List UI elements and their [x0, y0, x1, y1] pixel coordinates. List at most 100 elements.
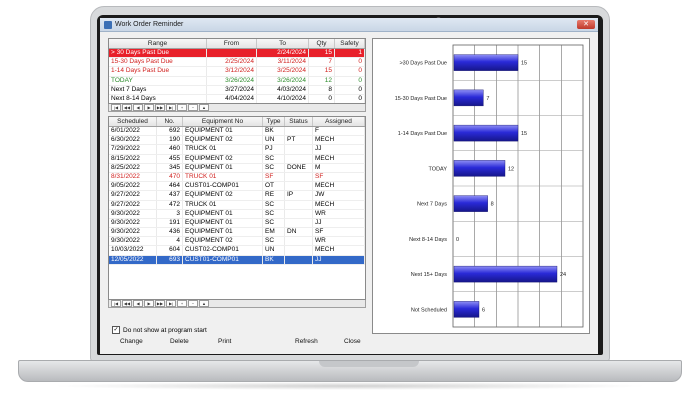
laptop-notch — [319, 361, 419, 367]
title-bar: Work Order Reminder ✕ — [100, 18, 598, 32]
work-order-row[interactable]: 8/25/2022 345 EQUIPMENT 01 SC DONE M — [109, 163, 365, 173]
range-row[interactable]: TODAY 3/26/2024 3/26/2024 12 0 — [109, 76, 365, 86]
work-order-cell-no: 437 — [157, 191, 183, 200]
work-order-cell-equipment: EQUIPMENT 02 — [183, 191, 263, 200]
delete-button[interactable]: Delete — [170, 338, 189, 345]
nav-button[interactable]: ◀◀ — [122, 300, 132, 307]
checkbox-label: Do not show at program start — [123, 326, 207, 334]
work-order-row[interactable]: 9/30/2022 191 EQUIPMENT 01 SC JJ — [109, 218, 365, 229]
range-row[interactable]: > 30 Days Past Due 2/24/2024 15 1 — [109, 49, 365, 59]
work-order-row[interactable]: 6/01/2022 692 EQUIPMENT 01 BK F — [109, 127, 365, 137]
work-order-cell-equipment: CUST01-COMP01 — [183, 255, 263, 264]
startup-checkbox[interactable]: ✓ Do not show at program start — [112, 326, 207, 334]
checkbox-box[interactable]: ✓ — [112, 326, 120, 334]
range-table[interactable]: Range From To Qty Safety > 30 Days Past … — [108, 38, 366, 104]
bar[interactable] — [453, 124, 519, 142]
work-order-cell-equipment: TRUCK 01 — [183, 145, 263, 154]
bar[interactable] — [453, 54, 519, 71]
work-order-row[interactable]: 9/27/2022 437 EQUIPMENT 02 RE IP JW — [109, 191, 365, 201]
bar[interactable] — [453, 160, 506, 177]
nav-button[interactable]: ▶▶ — [155, 104, 165, 111]
work-order-row[interactable]: 9/05/2022 464 CUST01-COMP01 OT MECH — [109, 182, 365, 192]
work-order-row[interactable]: 9/30/2022 3 EQUIPMENT 01 SC WR — [109, 209, 365, 219]
column-header[interactable]: Scheduled — [109, 117, 157, 126]
work-order-table[interactable]: Scheduled No. Equipment No Type Status A… — [108, 116, 366, 300]
nav-button[interactable]: ▶| — [166, 300, 176, 307]
work-order-cell-scheduled: 6/30/2022 — [109, 136, 157, 145]
range-row[interactable]: Next 8-14 Days 4/04/2024 4/10/2024 0 0 — [109, 94, 365, 103]
range-row[interactable]: Next 7 Days 3/27/2024 4/03/2024 8 0 — [109, 85, 365, 95]
nav-button[interactable]: |◀ — [111, 300, 121, 307]
range-cell-from: 2/25/2024 — [207, 58, 257, 67]
nav-button[interactable]: − — [188, 104, 198, 111]
bar[interactable] — [453, 301, 480, 318]
work-order-row[interactable]: 9/30/2022 436 EQUIPMENT 01 EM DN SF — [109, 228, 365, 238]
column-header[interactable]: Type — [263, 117, 285, 126]
work-order-cell-no: 190 — [157, 136, 183, 145]
range-cell-from: 3/26/2024 — [207, 76, 257, 85]
work-order-cell-scheduled: 7/29/2022 — [109, 145, 157, 154]
work-order-cell-assigned: M — [313, 163, 365, 172]
bar[interactable] — [453, 265, 558, 283]
close-button[interactable]: Close — [344, 338, 361, 345]
work-order-cell-no: 3 — [157, 209, 183, 218]
work-order-cell-no: 345 — [157, 163, 183, 172]
work-order-cell-equipment: EQUIPMENT 02 — [183, 154, 263, 163]
category-label: 15-30 Days Past Due — [395, 96, 447, 102]
work-order-cell-scheduled: 9/30/2022 — [109, 218, 157, 228]
work-order-row[interactable]: 8/31/2022 470 TRUCK 01 SF SF — [109, 172, 365, 183]
nav-button[interactable]: ▶▶ — [155, 300, 165, 307]
column-header[interactable]: To — [257, 39, 309, 48]
work-order-row[interactable]: 12/05/2022 693 CUST01-COMP01 BK JJ — [109, 255, 365, 265]
nav-button[interactable]: ▶| — [166, 104, 176, 111]
column-header[interactable]: Assigned — [313, 117, 365, 126]
refresh-button[interactable]: Refresh — [295, 338, 318, 345]
nav-button[interactable]: + — [177, 300, 187, 307]
nav-button[interactable]: |◀ — [111, 104, 121, 111]
column-header[interactable]: Safety — [335, 39, 365, 48]
app-icon — [104, 20, 112, 29]
print-button[interactable]: Print — [218, 338, 231, 345]
work-order-cell-type: SC — [263, 154, 285, 163]
work-order-cell-status — [285, 182, 313, 191]
category-label: TODAY — [429, 166, 448, 172]
range-cell-to: 3/11/2024 — [257, 58, 309, 67]
bar[interactable] — [453, 195, 488, 212]
nav-button[interactable]: + — [177, 104, 187, 111]
work-order-row[interactable]: 9/27/2022 472 TRUCK 01 SC MECH — [109, 200, 365, 210]
range-row[interactable]: 1-14 Days Past Due 3/12/2024 3/25/2024 15 0 — [109, 67, 365, 77]
window-close-button[interactable]: ✕ — [577, 20, 595, 29]
range-cell-from: 3/27/2024 — [207, 85, 257, 94]
work-order-cell-scheduled: 12/05/2022 — [109, 255, 157, 264]
work-order-row[interactable]: 6/30/2022 190 EQUIPMENT 02 UN PT MECH — [109, 136, 365, 146]
work-order-row[interactable]: 8/15/2022 455 EQUIPMENT 02 SC MECH — [109, 154, 365, 164]
nav-button[interactable]: ▶ — [144, 104, 154, 111]
nav-button[interactable]: ◀ — [133, 104, 143, 111]
column-header[interactable]: Range — [109, 39, 207, 48]
nav-button[interactable]: ▲ — [199, 104, 209, 111]
work-order-cell-no: 4 — [157, 237, 183, 246]
work-order-cell-assigned: MECH — [313, 246, 365, 255]
change-button[interactable]: Change — [120, 338, 143, 345]
nav-button[interactable]: − — [188, 300, 198, 307]
column-header[interactable]: Qty — [309, 39, 335, 48]
range-cell-range: > 30 Days Past Due — [109, 49, 207, 58]
column-header[interactable]: Equipment No — [183, 117, 263, 126]
range-cell-qty: 15 — [309, 49, 335, 58]
column-header[interactable]: No. — [157, 117, 183, 126]
work-order-cell-type: BK — [263, 255, 285, 264]
nav-button[interactable]: ▲ — [199, 300, 209, 307]
nav-button[interactable]: ◀ — [133, 300, 143, 307]
nav-button[interactable]: ▶ — [144, 300, 154, 307]
work-order-row[interactable]: 7/29/2022 460 TRUCK 01 PJ JJ — [109, 145, 365, 155]
work-order-cell-assigned: WR — [313, 209, 365, 218]
column-header[interactable]: From — [207, 39, 257, 48]
column-header[interactable]: Status — [285, 117, 313, 126]
work-order-row[interactable]: 10/03/2022 604 CUST02-COMP01 UN MECH — [109, 246, 365, 256]
work-order-row[interactable]: 9/30/2022 4 EQUIPMENT 02 SC WR — [109, 237, 365, 247]
bar[interactable] — [453, 89, 484, 107]
range-row[interactable]: 15-30 Days Past Due 2/25/2024 3/11/2024 7 0 — [109, 58, 365, 68]
work-order-cell-type: UN — [263, 246, 285, 255]
nav-button[interactable]: ◀◀ — [122, 104, 132, 111]
work-order-cell-assigned: JJ — [313, 218, 365, 228]
